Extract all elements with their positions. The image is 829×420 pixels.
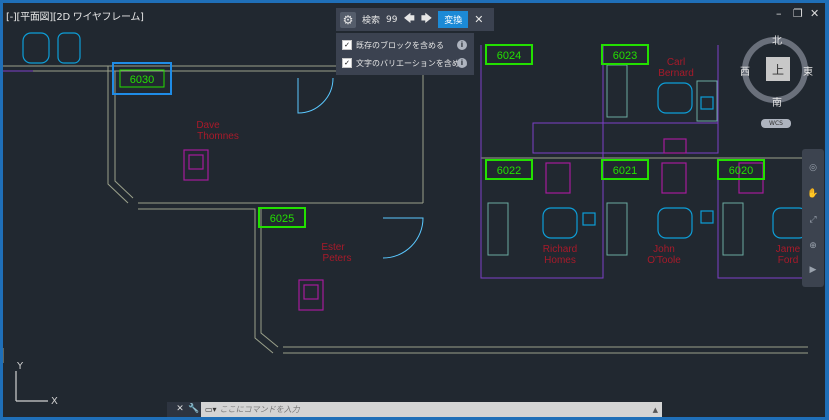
gear-icon[interactable]: ⚙ bbox=[340, 11, 356, 28]
name-first: Richard bbox=[543, 244, 577, 255]
name-first: Dave bbox=[196, 120, 220, 131]
include-text-variations-checkbox[interactable]: ✓ bbox=[342, 58, 352, 68]
partitions bbox=[3, 45, 803, 279]
room-tag-6025[interactable]: 6025 bbox=[270, 213, 294, 225]
name-first: Ester bbox=[321, 242, 345, 253]
orbit-icon[interactable]: ⊕ bbox=[806, 239, 820, 253]
command-input[interactable]: ここにコマンドを入力 bbox=[220, 404, 300, 415]
replace-button[interactable]: 変換 bbox=[438, 11, 469, 28]
previous-arrow-icon[interactable]: 🡄 bbox=[403, 10, 414, 29]
ucs-icon bbox=[15, 371, 48, 402]
drawing-viewport[interactable]: 6030 6024 6023 6022 6021 6020 6025 Dave … bbox=[3, 3, 825, 417]
compass-south[interactable]: 南 bbox=[772, 94, 782, 109]
info-icon[interactable]: i bbox=[457, 40, 467, 50]
navigation-bar: ◎ ✋ ⤢ ⊕ ▶ bbox=[802, 149, 824, 287]
name-last: Homes bbox=[544, 255, 576, 266]
ucs-x-label: X bbox=[51, 396, 58, 407]
include-text-variations-label: 文字のバリエーションを含める bbox=[356, 58, 468, 68]
find-toolbar: ⚙ 検索 99 🡄 🡆 変換 ✕ bbox=[336, 8, 494, 31]
restore-icon[interactable]: ❐ bbox=[793, 7, 803, 20]
find-options-panel: ✓ 既存のブロックを含める i ✓ 文字のバリエーションを含める i bbox=[336, 33, 474, 75]
doors bbox=[297, 77, 424, 259]
find-label: 検索 bbox=[362, 16, 381, 26]
chevron-up-icon[interactable]: ▲ bbox=[653, 406, 658, 414]
name-first: John bbox=[653, 244, 675, 255]
close-icon[interactable]: ✕ bbox=[474, 13, 483, 26]
room-tag-6023[interactable]: 6023 bbox=[613, 50, 637, 62]
name-last: Thomnes bbox=[197, 131, 239, 142]
ucs-y-label: Y bbox=[17, 361, 24, 372]
room-tag-6024[interactable]: 6024 bbox=[497, 50, 521, 62]
compass-east[interactable]: 東 bbox=[803, 63, 813, 78]
viewcube-compass[interactable]: 北 南 東 西 上 bbox=[740, 32, 815, 109]
wcs-menu[interactable]: WCS bbox=[761, 119, 791, 128]
name-last: Ford bbox=[778, 255, 799, 266]
close-icon[interactable]: ✕ bbox=[810, 7, 819, 20]
room-tag-6020[interactable]: 6020 bbox=[729, 165, 753, 177]
minimize-icon[interactable]: – bbox=[776, 7, 782, 20]
viewport-label[interactable]: [-][平面図][2D ワイヤフレーム] bbox=[6, 8, 144, 23]
name-last: Bernard bbox=[658, 68, 694, 79]
room-tag-6030[interactable]: 6030 bbox=[130, 74, 154, 86]
steering-wheel-icon[interactable]: ◎ bbox=[806, 161, 820, 175]
close-icon[interactable]: ✕ bbox=[173, 402, 187, 417]
name-first: Jame bbox=[776, 244, 801, 255]
pan-icon[interactable]: ✋ bbox=[806, 187, 820, 201]
showmotion-icon[interactable]: ▶ bbox=[806, 263, 820, 277]
zoom-extents-icon[interactable]: ⤢ bbox=[806, 213, 820, 227]
include-blocks-checkbox[interactable]: ✓ bbox=[342, 40, 352, 50]
wrench-icon[interactable]: 🔧 bbox=[187, 402, 201, 417]
compass-north[interactable]: 北 bbox=[772, 32, 782, 47]
command-line: ✕ 🔧 ▭▾ ここにコマンドを入力 ▲ bbox=[167, 402, 662, 417]
recent-commands-icon[interactable]: ▭▾ bbox=[205, 405, 217, 414]
name-last: O'Toole bbox=[647, 255, 681, 266]
room-tag-6021[interactable]: 6021 bbox=[613, 165, 637, 177]
viewcube-top-face[interactable]: 上 bbox=[766, 57, 790, 81]
walls bbox=[3, 45, 808, 363]
name-first: Carl bbox=[667, 57, 685, 68]
next-arrow-icon[interactable]: 🡆 bbox=[421, 10, 432, 29]
info-icon[interactable]: i bbox=[457, 58, 467, 68]
include-blocks-label: 既存のブロックを含める bbox=[356, 40, 444, 50]
room-tag-6022[interactable]: 6022 bbox=[497, 165, 521, 177]
name-last: Peters bbox=[323, 253, 352, 264]
find-count: 99 bbox=[386, 14, 398, 25]
compass-west[interactable]: 西 bbox=[740, 63, 750, 78]
